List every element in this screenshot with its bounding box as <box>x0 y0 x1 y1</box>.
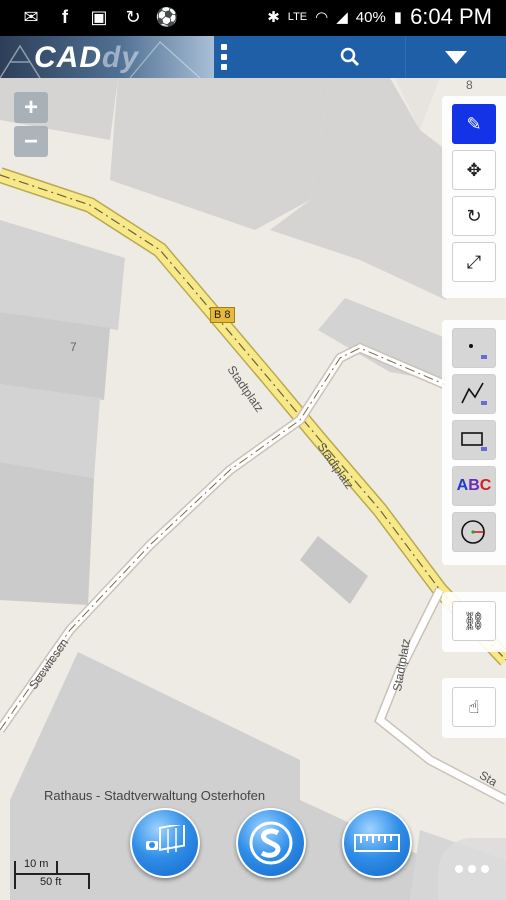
scale-feet: 50 ft <box>40 876 62 888</box>
scale-meters: 10 m <box>24 858 49 870</box>
edit-tool-button[interactable]: ✎ <box>452 104 496 144</box>
satellite-button[interactable] <box>130 808 200 878</box>
scale-tool-button[interactable]: ⤢ <box>452 242 496 282</box>
measure-button[interactable] <box>342 808 412 878</box>
clock: 6:04 PM <box>410 4 492 29</box>
zoom-in-button[interactable]: + <box>14 92 48 123</box>
hand-icon: ☝ <box>468 696 480 718</box>
poi-label-rathaus: Rathaus - Stadtverwaltung Osterhofen <box>44 788 266 803</box>
more-options-button[interactable] <box>438 838 506 900</box>
app-bar: CADdy <box>0 36 506 78</box>
building <box>0 462 94 605</box>
rectangle-icon <box>461 432 487 451</box>
ruler-icon <box>354 834 400 852</box>
draw-toolbar: ABC <box>442 320 506 565</box>
link-tool-button[interactable]: ⛓ <box>452 601 496 641</box>
app-logo: CADdy <box>0 36 214 78</box>
link-icon: ⛓ <box>462 610 486 632</box>
edit-toolbar: ✎ ✥ ↻ ⤢ <box>442 96 506 298</box>
menu-button[interactable] <box>214 36 234 78</box>
circle-tool-button[interactable] <box>452 512 496 552</box>
edit-icon: ✎ <box>466 113 482 135</box>
polyline-icon <box>461 382 487 405</box>
dropdown-button[interactable] <box>405 36 506 78</box>
s-logo-icon <box>249 821 293 865</box>
scale-bar: 10 m 50 ft <box>14 858 96 892</box>
zoom-out-button[interactable]: − <box>14 126 48 157</box>
move-tool-button[interactable]: ✥ <box>452 150 496 190</box>
system-status: ✱ LTE ◠ ◢ 40% ▮ 6:04 PM <box>267 4 492 30</box>
resize-icon: ⤢ <box>466 251 482 273</box>
service-button[interactable] <box>236 808 306 878</box>
dropdown-icon <box>445 50 467 64</box>
map-canvas[interactable] <box>0 78 506 900</box>
road-badge-b8: B 8 <box>210 307 235 323</box>
satellite-icon <box>146 825 185 853</box>
battery-percent: 40% <box>355 8 386 26</box>
zoom-control: + − <box>14 92 48 158</box>
pan-tool-button[interactable]: ☝ <box>452 687 496 727</box>
bluetooth-icon: ✱ <box>267 9 280 26</box>
rotate-tool-button[interactable]: ↻ <box>452 196 496 236</box>
message-icon: ✉ <box>23 6 39 28</box>
house-number: 8 <box>466 78 473 92</box>
house-number: 7 <box>70 340 77 354</box>
rotate-icon: ↻ <box>466 205 482 227</box>
battery-icon: ▮ <box>393 9 403 26</box>
circle-icon <box>461 520 485 544</box>
store-icon: ▣ <box>90 6 108 28</box>
more-icon <box>455 865 463 873</box>
point-tool-button[interactable] <box>452 328 496 368</box>
rectangle-tool-button[interactable] <box>452 420 496 460</box>
soccer-icon: ⚽ <box>155 6 179 28</box>
wifi-icon: ◠ <box>315 9 329 26</box>
notification-icons: ✉ f ▣ ↻ ⚽ <box>20 6 178 28</box>
text-icon: ABC <box>456 477 492 494</box>
status-bar: ✉ f ▣ ↻ ⚽ ✱ LTE ◠ ◢ 40% ▮ 6:04 PM <box>0 0 506 36</box>
signal-icon: ◢ <box>336 9 348 26</box>
sync-icon: ↻ <box>125 6 141 28</box>
logo-text: CADdy <box>34 41 140 74</box>
search-icon <box>340 47 360 67</box>
text-tool-button[interactable]: ABC <box>452 466 496 506</box>
building <box>0 384 100 478</box>
menu-icon <box>221 44 227 50</box>
search-button[interactable] <box>300 36 400 78</box>
polyline-tool-button[interactable] <box>452 374 496 414</box>
network-type: LTE <box>287 11 308 23</box>
link-toolbar: ⛓ <box>442 592 506 652</box>
point-icon <box>469 344 487 359</box>
facebook-icon: f <box>62 6 68 27</box>
pan-toolbar: ☝ <box>442 678 506 738</box>
move-icon: ✥ <box>466 159 482 181</box>
map-view[interactable]: B 8 Stadtplatz Stadtplatz Stadtplatz Sta… <box>0 78 506 900</box>
